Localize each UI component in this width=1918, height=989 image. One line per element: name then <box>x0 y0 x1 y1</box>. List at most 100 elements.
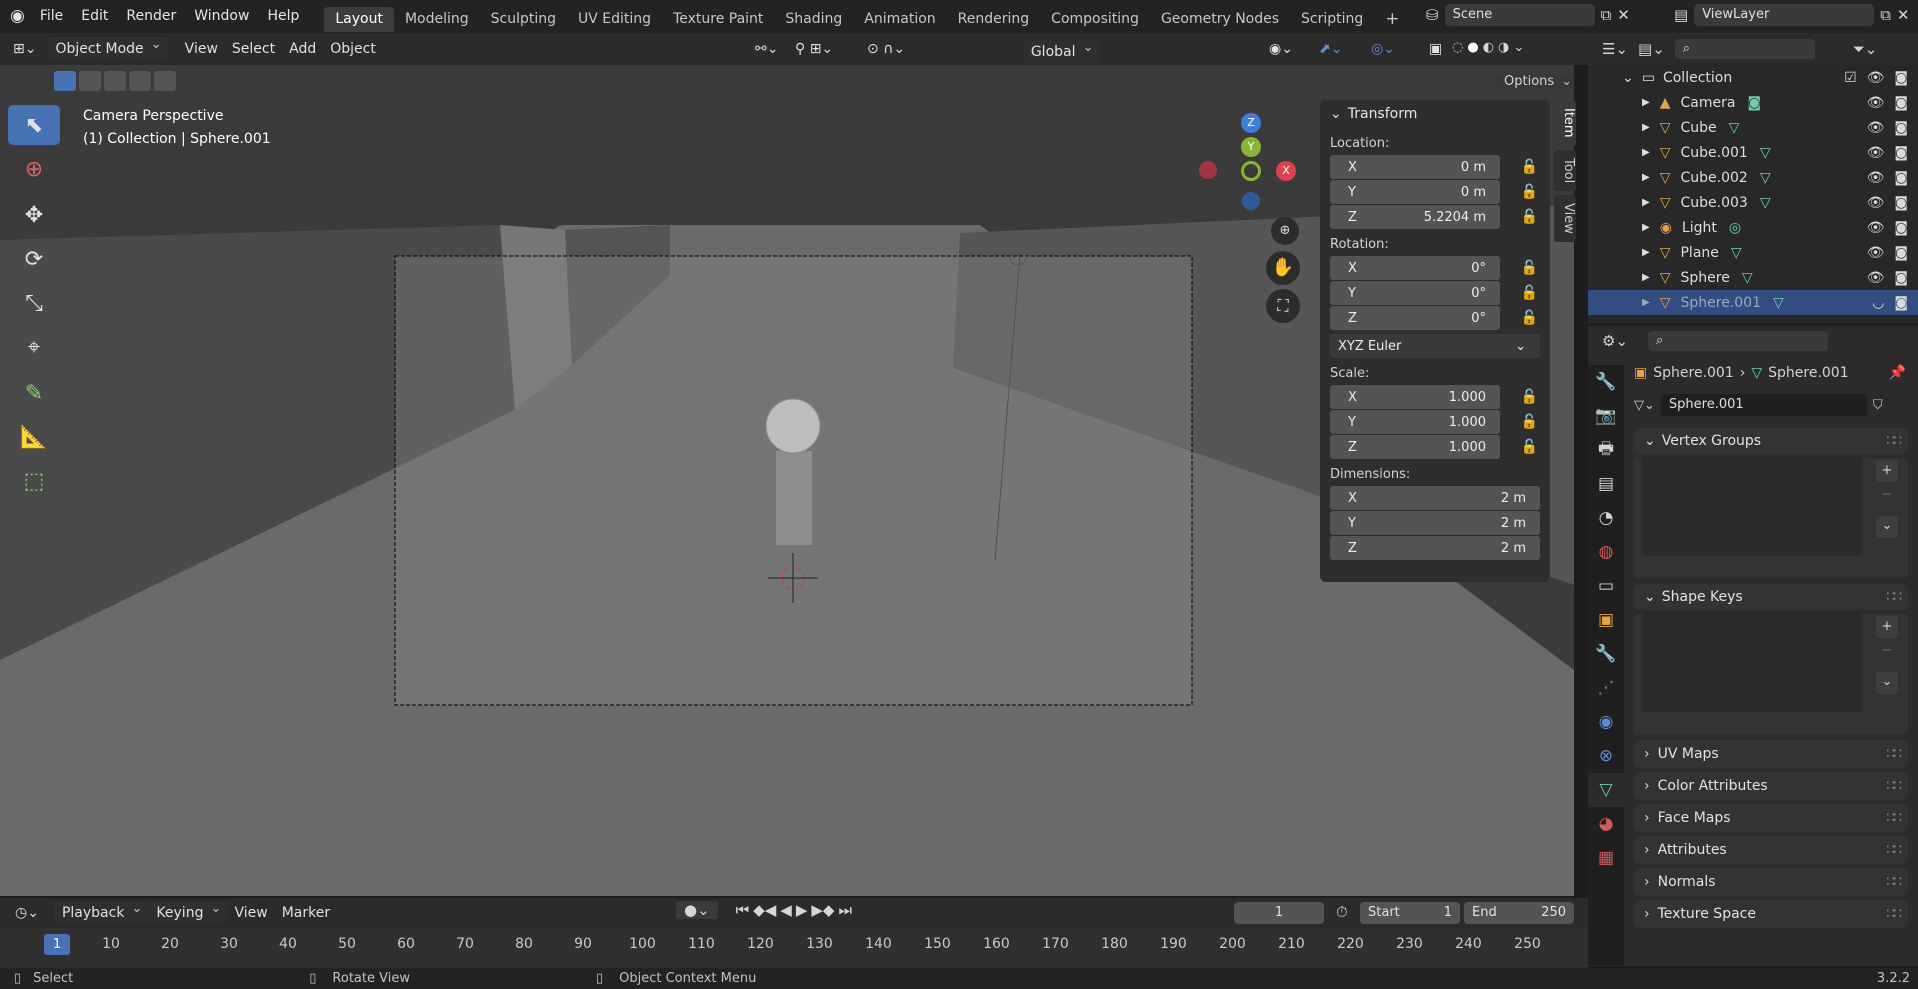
constraints-tab-icon[interactable]: ⊗ <box>1588 739 1624 773</box>
location-x-field[interactable]: X 0 m 🔓 <box>1330 155 1538 179</box>
outliner-item[interactable]: ▶ ▽ Sphere ▽ 👁 ◙ <box>1588 265 1918 290</box>
orientation-dropdown[interactable]: Global <box>1022 36 1100 64</box>
scale-tool-icon[interactable]: ⤡ <box>8 283 60 323</box>
lock-icon[interactable]: 🔓 <box>1521 414 1538 430</box>
annotate-tool-icon[interactable]: ✎ <box>8 373 60 413</box>
tab-shading[interactable]: Shading <box>774 7 853 32</box>
select-box-tool-icon[interactable]: ⬉ <box>8 105 60 145</box>
object-data-icon[interactable]: ◎ <box>1729 220 1741 236</box>
material-tab-icon[interactable]: ◕ <box>1588 807 1624 841</box>
camera-icon[interactable]: ◙ <box>1894 120 1908 136</box>
transform-tool-icon[interactable]: ⌖ <box>8 327 60 367</box>
tab-sculpting[interactable]: Sculpting <box>480 7 567 32</box>
camera-icon[interactable]: ◙ <box>1894 70 1908 86</box>
tab-layout[interactable]: Layout <box>324 7 394 32</box>
menu-view[interactable]: View <box>178 36 225 62</box>
scene-field[interactable]: Scene <box>1444 4 1595 26</box>
texture-tab-icon[interactable]: ▦ <box>1588 841 1624 875</box>
lock-icon[interactable]: 🔓 <box>1521 389 1538 405</box>
prev-keyframe-icon[interactable]: ◆◀ <box>753 901 776 919</box>
tab-tool[interactable]: Tool <box>1554 149 1576 191</box>
start-frame-field[interactable]: Start 1 <box>1360 902 1460 924</box>
jump-end-icon[interactable]: ⏭ <box>838 901 852 919</box>
dimensions-x-field[interactable]: X 2 m <box>1330 486 1540 510</box>
stopwatch-icon[interactable]: ⏱ <box>1336 903 1348 921</box>
tab-item[interactable]: Item <box>1554 100 1576 146</box>
tab-view[interactable]: View <box>1554 194 1576 242</box>
shape-keys-list[interactable] <box>1642 614 1862 712</box>
gizmo-icon[interactable]: ⬈⌄ <box>1312 36 1349 62</box>
eye-icon[interactable]: 👁 <box>1867 145 1885 161</box>
lock-icon[interactable]: 🔓 <box>1521 260 1538 276</box>
drag-handle-icon[interactable]: ∷∷ <box>1886 778 1902 794</box>
zoom-icon[interactable]: ⊕ <box>1271 217 1299 245</box>
outliner-item[interactable]: ▶ ▽ Cube.003 ▽ 👁 ◙ <box>1588 190 1918 215</box>
tab-animation[interactable]: Animation <box>853 7 946 32</box>
gizmo-y-icon[interactable]: Y <box>1241 137 1261 157</box>
chevron-right-icon[interactable]: ▶ <box>1642 272 1650 283</box>
xray-icon[interactable]: ▣ <box>1422 36 1449 62</box>
chevron-right-icon[interactable]: ▶ <box>1642 222 1650 233</box>
menu-window[interactable]: Window <box>185 0 258 33</box>
filter-icon[interactable]: ⏷⌄ <box>1853 40 1878 58</box>
chevron-right-icon[interactable]: ▶ <box>1642 172 1650 183</box>
scale-y-field[interactable]: Y 1.000 🔓 <box>1330 410 1538 434</box>
camera-view-icon[interactable]: ⛶ <box>1266 289 1300 323</box>
current-frame-field[interactable]: 1 <box>1234 902 1324 924</box>
measure-tool-icon[interactable]: 📐 <box>8 417 60 457</box>
mesh-data-tab-icon[interactable]: ▽ <box>1588 773 1624 807</box>
outliner-item[interactable]: ▶ ▽ Plane ▽ 👁 ◙ <box>1588 240 1918 265</box>
rotation-z-field[interactable]: Z 0° 🔓 <box>1330 306 1538 330</box>
rotation-x-field[interactable]: X 0° 🔓 <box>1330 256 1538 280</box>
pin-icon[interactable]: 📌 <box>1889 365 1906 381</box>
eye-icon[interactable]: 👁 <box>1867 245 1885 261</box>
navigation-gizmo[interactable]: Z Y X <box>1195 110 1305 220</box>
mesh-data-icon[interactable]: ▽⌄ <box>1634 398 1655 413</box>
transform-panel-header[interactable]: ⌄ Transform <box>1320 100 1550 128</box>
wireframe-shading-icon[interactable]: ◌ <box>1452 40 1463 55</box>
view-layer-field[interactable]: ViewLayer <box>1694 4 1875 26</box>
select-subtract-icon[interactable] <box>104 71 126 91</box>
tab-texture-paint[interactable]: Texture Paint <box>662 7 774 32</box>
menu-render[interactable]: Render <box>117 0 185 33</box>
hidden-eye-icon[interactable]: ◡ <box>1872 295 1884 311</box>
object-data-icon[interactable]: ▽ <box>1742 270 1753 286</box>
vertex-group-specials-icon[interactable]: ⌄ <box>1876 516 1898 538</box>
location-y-field[interactable]: Y 0 m 🔓 <box>1330 180 1538 204</box>
chevron-right-icon[interactable]: ▶ <box>1642 297 1650 308</box>
scene-tab-icon[interactable]: ◔ <box>1588 501 1624 535</box>
scene-icon[interactable]: ⛁ <box>1426 6 1439 24</box>
select-invert-icon[interactable] <box>129 71 151 91</box>
object-data-icon[interactable]: ▽ <box>1729 120 1740 136</box>
lock-icon[interactable]: 🔓 <box>1521 209 1538 225</box>
lock-icon[interactable]: 🔓 <box>1521 184 1538 200</box>
new-view-layer-icon[interactable]: ⧉ <box>1880 6 1891 24</box>
chevron-right-icon[interactable]: ▶ <box>1642 197 1650 208</box>
lock-icon[interactable]: 🔓 <box>1521 159 1538 175</box>
drag-handle-icon[interactable]: ∷∷ <box>1886 842 1902 858</box>
jump-start-icon[interactable]: ⏮ <box>736 901 750 919</box>
add-vertex-group-icon[interactable]: + <box>1876 460 1898 482</box>
timeline-editor-icon[interactable]: ◷⌄ <box>8 900 46 926</box>
rotation-y-field[interactable]: Y 0° 🔓 <box>1330 281 1538 305</box>
add-workspace-icon[interactable]: + <box>1374 7 1410 32</box>
scale-z-field[interactable]: Z 1.000 🔓 <box>1330 435 1538 459</box>
menu-add[interactable]: Add <box>282 36 323 62</box>
rotate-tool-icon[interactable]: ⟳ <box>8 239 60 279</box>
panel-attributes[interactable]: › Attributes ∷∷ <box>1634 836 1908 864</box>
remove-view-layer-icon[interactable]: ✕ <box>1897 6 1910 24</box>
snap-icon[interactable]: ⚲ ⊞⌄ <box>788 36 840 62</box>
eye-icon[interactable]: 👁 <box>1867 120 1885 136</box>
outliner-editor-icon[interactable]: ☰⌄ <box>1602 40 1628 58</box>
object-data-icon[interactable]: ▽ <box>1760 170 1771 186</box>
record-icon[interactable]: ●⌄ <box>676 901 718 919</box>
outliner-item[interactable]: ▶ ◉ Light ◎ 👁 ◙ <box>1588 215 1918 240</box>
material-shading-icon[interactable]: ◐ <box>1483 40 1494 55</box>
blender-logo-icon[interactable]: ◉ <box>0 0 31 33</box>
remove-shape-key-icon[interactable]: − <box>1876 640 1898 662</box>
eye-icon[interactable]: 👁 <box>1867 220 1885 236</box>
add-cube-tool-icon[interactable]: ⬚ <box>8 461 60 501</box>
view-layer-icon[interactable]: ▤ <box>1674 6 1688 24</box>
dimensions-z-field[interactable]: Z 2 m <box>1330 536 1540 560</box>
menu-select[interactable]: Select <box>225 36 282 62</box>
